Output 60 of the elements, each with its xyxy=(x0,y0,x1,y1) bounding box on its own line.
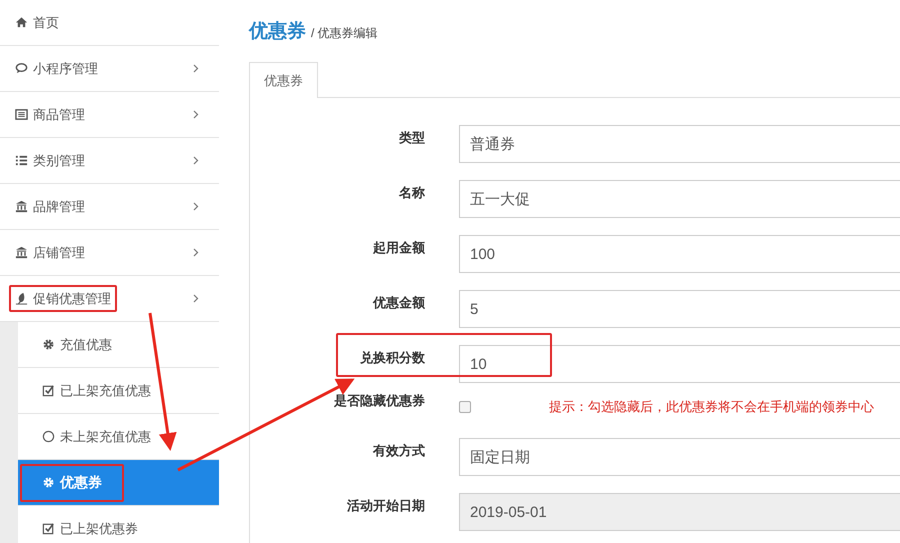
submenu-item[interactable]: 已上架充值优惠 xyxy=(18,368,219,414)
sidebar-label: 促销优惠管理 xyxy=(33,290,111,308)
sidebar-item[interactable]: 品牌管理 xyxy=(0,184,219,230)
submenu-label: 已上架充值优惠 xyxy=(60,382,151,400)
field-label: 有效方式 xyxy=(372,442,425,460)
submenu-label: 未上架充值优惠 xyxy=(60,428,151,446)
submenu-label: 已上架优惠券 xyxy=(60,520,138,538)
breadcrumb: / 优惠券编辑 xyxy=(311,25,378,42)
chevron-icon xyxy=(193,248,199,257)
chevron-icon xyxy=(193,156,199,165)
gear-icon xyxy=(42,476,55,489)
field-label: 活动开始日期 xyxy=(346,497,425,515)
list-panel-icon xyxy=(15,108,28,121)
chevron-icon xyxy=(193,202,199,211)
field-label: 名称 xyxy=(398,184,425,202)
tab[interactable]: 优惠券 xyxy=(249,62,318,98)
page-title: 优惠券 xyxy=(249,20,306,44)
sidebar-item[interactable]: 首页 xyxy=(0,0,219,46)
chevron-icon xyxy=(193,110,199,119)
input-field[interactable]: 100 xyxy=(459,235,900,273)
sidebar-label: 商品管理 xyxy=(33,106,85,124)
sidebar-label: 类别管理 xyxy=(33,152,85,170)
sidebar-label: 品牌管理 xyxy=(33,198,85,216)
input-field[interactable]: 五一大促 xyxy=(459,180,900,218)
sidebar-item[interactable]: 类别管理 xyxy=(0,138,219,184)
list-icon xyxy=(15,154,28,167)
submenu-label: 充值优惠 xyxy=(60,336,112,354)
sidebar-label: 首页 xyxy=(33,14,59,32)
gear-icon xyxy=(42,338,55,351)
bank-icon xyxy=(15,200,28,213)
bank-icon xyxy=(15,246,28,259)
input-field[interactable]: 5 xyxy=(459,290,900,328)
field-label: 兑换积分数 xyxy=(359,349,425,367)
chevron-icon xyxy=(193,294,199,303)
submenu-label: 优惠券 xyxy=(60,474,102,492)
circle-icon xyxy=(42,430,55,443)
submenu-item[interactable]: 已上架优惠券 xyxy=(18,506,219,543)
field-label: 优惠金额 xyxy=(372,294,425,312)
checkbox[interactable] xyxy=(459,400,471,412)
field-label: 起用金额 xyxy=(372,239,425,257)
checkbox-icon xyxy=(42,522,55,535)
field-label: 类型 xyxy=(398,129,425,147)
sidebar-label: 小程序管理 xyxy=(33,60,98,78)
checkbox-icon xyxy=(42,384,55,397)
field-label: 是否隐藏优惠券 xyxy=(333,392,425,410)
submenu-item[interactable]: 充值优惠 xyxy=(18,322,219,368)
submenu-item[interactable]: 优惠券 xyxy=(18,460,219,506)
sidebar-item[interactable]: 小程序管理 xyxy=(0,46,219,92)
sidebar-label: 店铺管理 xyxy=(33,244,85,262)
sidebar-item[interactable]: 商品管理 xyxy=(0,92,219,138)
home-icon xyxy=(15,16,28,29)
sidebar-item[interactable]: 促销优惠管理 xyxy=(0,276,219,322)
leaf-icon xyxy=(15,292,28,305)
input-field[interactable]: 固定日期 xyxy=(459,438,900,476)
input-field[interactable]: 普通券 xyxy=(459,125,900,163)
chevron-icon xyxy=(193,64,199,73)
speech-bubble-icon xyxy=(15,62,28,75)
sidebar-item[interactable]: 店铺管理 xyxy=(0,230,219,276)
input-field[interactable]: 10 xyxy=(459,345,900,383)
hint-text: 提示：勾选隐藏后，此优惠券将不会在手机端的领券中心 xyxy=(549,398,874,416)
